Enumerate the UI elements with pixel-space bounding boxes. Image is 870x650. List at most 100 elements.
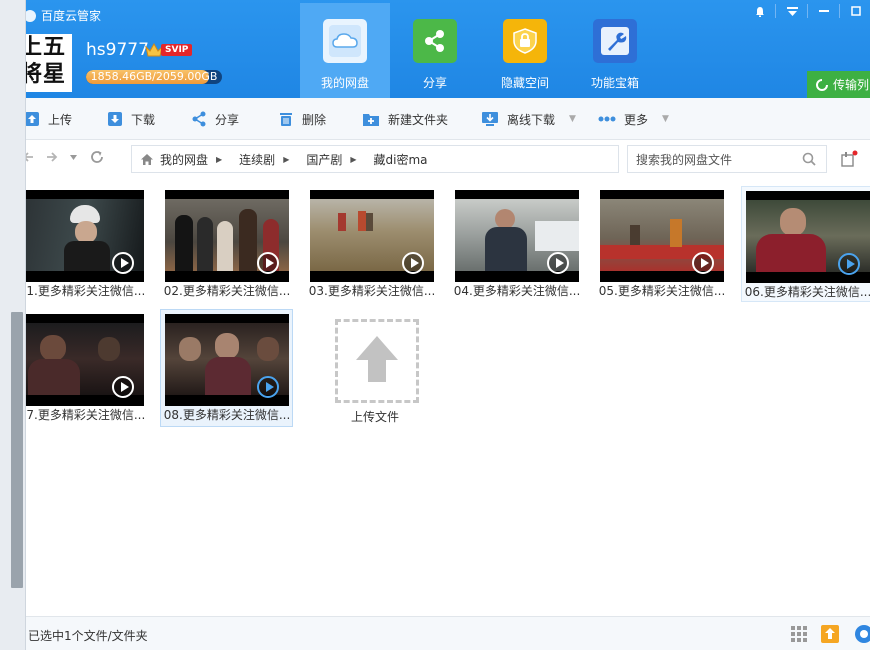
upload-dropzone[interactable] [335, 319, 419, 403]
file-item-selected[interactable]: 08.更多精彩关注微信... [160, 309, 293, 427]
file-name: 03.更多精彩关注微信... [308, 284, 436, 298]
breadcrumb-item-current[interactable]: 藏di密ma [374, 151, 428, 168]
nav-my-disk[interactable]: 我的网盘 [300, 3, 390, 98]
home-icon[interactable] [140, 153, 154, 166]
adjacent-window-strip [0, 0, 26, 650]
offline-download-button[interactable]: 离线下载 ▼ [481, 98, 576, 140]
video-thumbnail [20, 190, 144, 282]
file-name: 02.更多精彩关注微信... [163, 284, 291, 298]
play-icon[interactable] [257, 376, 279, 398]
file-item[interactable]: 05.更多精彩关注微信... [596, 186, 728, 302]
forward-arrow-icon[interactable] [46, 151, 58, 163]
play-icon[interactable] [547, 252, 569, 274]
play-icon[interactable] [112, 376, 134, 398]
upload-queue-icon[interactable] [820, 624, 840, 644]
play-icon[interactable] [257, 252, 279, 274]
download-icon [108, 112, 122, 126]
offline-download-label: 离线下载 [507, 112, 556, 127]
breadcrumb-label: 我的网盘 [160, 152, 209, 167]
breadcrumb-item-domestic[interactable]: 国产剧 [306, 151, 342, 168]
play-icon[interactable] [112, 252, 134, 274]
file-name: 01.更多精彩关注微信... [18, 284, 146, 298]
username[interactable]: hs9777 [86, 40, 149, 60]
transfer-label: 传输列 [833, 78, 870, 92]
upload-file-tile[interactable]: 上传文件 [310, 313, 440, 428]
nav-toolbox[interactable]: 功能宝箱 [570, 3, 660, 98]
avatar-text-line-2: 将星 [26, 61, 67, 87]
video-thumbnail [455, 190, 579, 282]
share-icon [413, 19, 457, 63]
nav-label: 隐藏空间 [500, 76, 549, 90]
file-name: 07.更多精彩关注微信... [18, 408, 146, 422]
download-button[interactable]: 下载 [107, 98, 155, 140]
breadcrumb-arrow-icon[interactable]: ▶ [283, 155, 289, 164]
play-icon[interactable] [692, 252, 714, 274]
quota-text: 1858.46GB/2059.00GB [90, 70, 218, 83]
nav-label: 分享 [422, 76, 447, 90]
breadcrumb: 我的网盘 ▶ 连续剧 ▶ 国产剧 ▶ 藏di密ma [131, 145, 619, 173]
avatar[interactable]: 上五 将星 [26, 34, 72, 92]
lock-icon [503, 19, 547, 63]
file-item[interactable]: 04.更多精彩关注微信... [451, 186, 583, 302]
file-name: 08.更多精彩关注微信... [163, 408, 291, 422]
window-control-divider [807, 4, 808, 18]
breadcrumb-arrow-icon[interactable]: ▶ [216, 155, 222, 164]
share-icon [192, 111, 206, 127]
file-item[interactable]: 03.更多精彩关注微信... [306, 186, 438, 302]
offline-download-icon [482, 112, 498, 126]
breadcrumb-label: 连续剧 [239, 152, 276, 167]
breadcrumb-label: 国产剧 [306, 152, 343, 167]
video-thumbnail [20, 314, 144, 406]
play-icon[interactable] [838, 253, 860, 275]
nav-share[interactable]: 分享 [390, 3, 480, 98]
minimize-icon[interactable] [809, 0, 839, 22]
upload-button[interactable]: 上传 [24, 98, 72, 140]
file-item[interactable]: 07.更多精彩关注微信... [16, 310, 148, 426]
upload-label: 上传 [48, 112, 73, 127]
scrollbar-thumb[interactable] [11, 312, 23, 588]
chevron-down-icon: ▼ [569, 114, 576, 124]
upload-icon [25, 112, 39, 126]
share-button[interactable]: 分享 [191, 98, 239, 140]
breadcrumb-item-my-disk[interactable]: 我的网盘 [160, 151, 208, 168]
file-item[interactable]: 02.更多精彩关注微信... [161, 186, 293, 302]
history-dropdown-icon[interactable] [70, 154, 77, 160]
window-control-divider [839, 4, 840, 18]
header-bar: 百度云管家 上五 将星 hs9777 SVIP 1858.46GB/2059.0… [0, 0, 870, 98]
svip-badge[interactable]: SVIP [145, 42, 193, 58]
nav-label: 功能宝箱 [590, 76, 639, 90]
cloud-service-icon[interactable] [852, 624, 870, 644]
more-button[interactable]: 更多 ▼ [598, 98, 669, 140]
search-input[interactable]: 搜索我的网盘文件 [627, 145, 827, 173]
more-dots-icon [598, 116, 616, 122]
file-item[interactable]: 06.更多精彩关注微信... [741, 186, 870, 302]
status-bar: 已选中1个文件/文件夹 [0, 616, 870, 650]
upload-file-label: 上传文件 [350, 410, 399, 424]
quota-bar: 1858.46GB/2059.00GB [86, 70, 222, 84]
history-navigation [22, 149, 105, 165]
upload-arrow-icon [356, 336, 398, 382]
download-label: 下载 [131, 112, 156, 127]
file-name: 06.更多精彩关注微信... [744, 285, 870, 299]
breadcrumb-label: 藏di密ma [373, 152, 428, 167]
dropdown-menu-icon[interactable] [777, 0, 807, 22]
notification-bell-icon[interactable] [745, 0, 775, 22]
search-icon[interactable] [802, 152, 816, 166]
transfer-list-button[interactable]: 传输列 [807, 71, 870, 98]
refresh-circle-icon [816, 78, 828, 91]
search-placeholder: 搜索我的网盘文件 [636, 152, 733, 167]
breadcrumb-arrow-icon[interactable]: ▶ [350, 155, 356, 164]
new-folder-button[interactable]: 新建文件夹 [362, 98, 448, 140]
play-icon[interactable] [402, 252, 424, 274]
grid-view-icon[interactable] [790, 625, 808, 643]
file-tool-icon[interactable] [840, 150, 858, 168]
maximize-icon[interactable] [841, 0, 870, 22]
delete-button[interactable]: 删除 [278, 98, 326, 140]
nav-hidden-space[interactable]: 隐藏空间 [480, 3, 570, 98]
file-item[interactable]: 01.更多精彩关注微信... [16, 186, 148, 302]
refresh-icon[interactable] [89, 149, 105, 165]
new-folder-label: 新建文件夹 [388, 112, 449, 127]
file-name: 05.更多精彩关注微信... [598, 284, 726, 298]
breadcrumb-item-series[interactable]: 连续剧 [239, 151, 275, 168]
toolbar: 上传 下载 分享 删除 新建文件夹 离线下载 ▼ 更多 ▼ [0, 98, 870, 140]
